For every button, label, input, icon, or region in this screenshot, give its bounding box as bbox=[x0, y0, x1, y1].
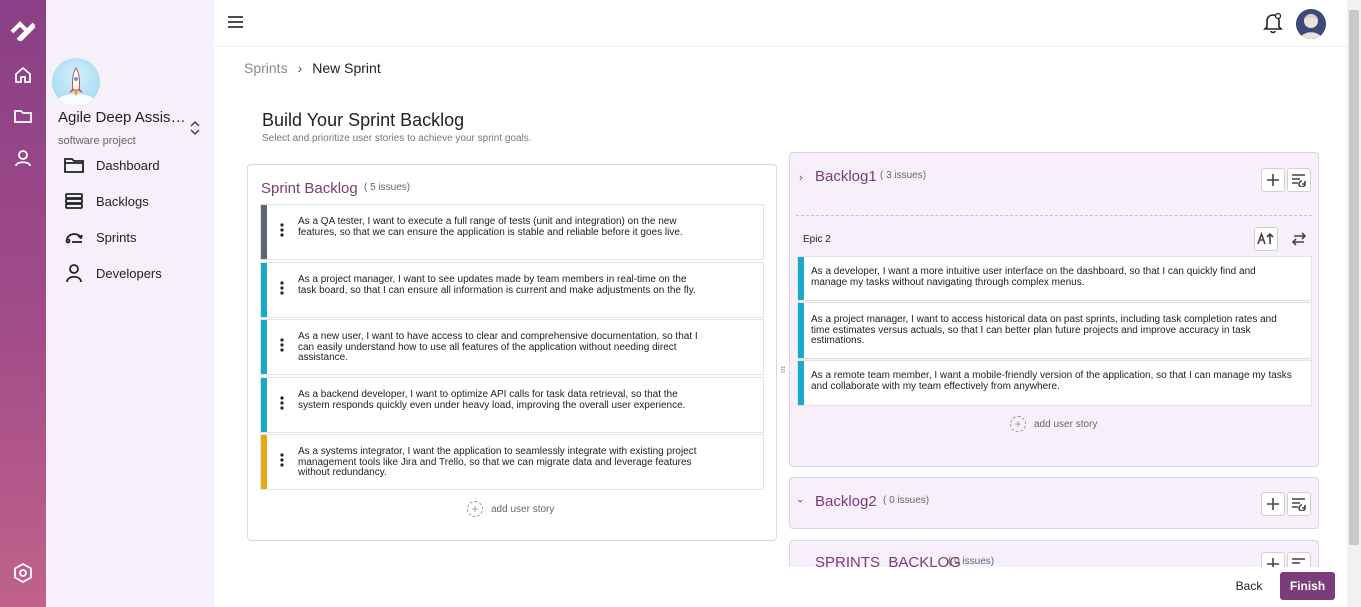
sprints-backlog-count: ( 0 issues) bbox=[948, 556, 995, 567]
sprint-icon bbox=[65, 233, 83, 244]
folder-icon bbox=[64, 158, 84, 173]
sprint-backlog-count: ( 5 issues) bbox=[364, 182, 411, 193]
add-user-story-label: add user story bbox=[1034, 418, 1098, 430]
home-icon[interactable] bbox=[11, 63, 35, 87]
project-type: software project bbox=[58, 135, 136, 147]
sprint-backlog-title: Sprint Backlog bbox=[261, 180, 358, 197]
story-text: As a project manager, I want to see upda… bbox=[298, 274, 696, 296]
plus-icon bbox=[1267, 174, 1279, 186]
project-avatar bbox=[52, 58, 100, 106]
filter-icon bbox=[1292, 498, 1306, 511]
swap-button[interactable] bbox=[1287, 227, 1311, 251]
more-vertical-icon[interactable] bbox=[267, 263, 297, 295]
backlog2-count: ( 0 issues) bbox=[883, 495, 930, 506]
scrollbar-thumb[interactable] bbox=[1349, 10, 1359, 545]
add-user-story-label: add user story bbox=[491, 503, 555, 515]
layers-icon bbox=[65, 193, 83, 209]
backlog1-title[interactable]: Backlog1 bbox=[815, 168, 877, 185]
notification-bell-icon[interactable] bbox=[1263, 12, 1283, 34]
user-avatar[interactable] bbox=[1296, 9, 1326, 39]
sprint-story-card[interactable]: As a QA tester, I want to execute a full… bbox=[260, 204, 764, 260]
nav-label: Backlogs bbox=[96, 193, 149, 209]
add-issue-button[interactable] bbox=[1261, 492, 1285, 516]
page-subtitle: Select and prioritize user stories to ac… bbox=[262, 133, 532, 144]
sprint-story-card[interactable]: As a project manager, I want to see upda… bbox=[260, 262, 764, 318]
page-title: Build Your Sprint Backlog bbox=[262, 110, 465, 130]
backlog-story-card[interactable]: As a project manager, I want to access h… bbox=[797, 302, 1312, 359]
nav-backlogs[interactable]: Backlogs bbox=[64, 189, 149, 213]
sprint-story-card[interactable]: As a new user, I want to have access to … bbox=[260, 319, 764, 375]
menu-icon[interactable] bbox=[228, 15, 244, 29]
project-name: Agile Deep Assist... bbox=[58, 109, 186, 126]
add-circle-icon: + bbox=[1010, 416, 1026, 432]
nav-label: Developers bbox=[96, 265, 162, 281]
nav-developers[interactable]: Developers bbox=[64, 261, 162, 285]
chevron-right-icon: › bbox=[297, 60, 303, 76]
breadcrumb-current: New Sprint bbox=[312, 60, 381, 76]
more-vertical-icon[interactable] bbox=[267, 320, 297, 352]
story-text: As a project manager, I want to access h… bbox=[811, 314, 1277, 346]
backlog2-title[interactable]: Backlog2 bbox=[815, 493, 877, 510]
app-rail bbox=[0, 0, 46, 607]
finish-button[interactable]: Finish bbox=[1280, 572, 1335, 600]
story-text: As a systems integrator, I want the appl… bbox=[298, 446, 697, 478]
epic-label: Epic 2 bbox=[803, 234, 831, 245]
divider bbox=[796, 215, 1312, 216]
top-bar bbox=[214, 0, 1347, 47]
story-text: As a backend developer, I want to optimi… bbox=[298, 389, 686, 411]
nav-dashboard[interactable]: Dashboard bbox=[64, 153, 160, 177]
story-text: As a developer, I want a more intuitive … bbox=[811, 266, 1256, 288]
folder-icon[interactable] bbox=[11, 104, 35, 128]
back-button[interactable]: Back bbox=[1228, 572, 1270, 600]
backlog-story-card[interactable]: As a developer, I want a more intuitive … bbox=[797, 256, 1312, 301]
backlog1-count: ( 3 issues) bbox=[880, 170, 927, 181]
backlog1-add-user-story-button[interactable]: + add user story bbox=[1010, 416, 1097, 432]
nav-label: Dashboard bbox=[96, 157, 160, 173]
sprint-add-user-story-button[interactable]: + add user story bbox=[467, 501, 554, 517]
breadcrumb-sprints[interactable]: Sprints bbox=[244, 60, 288, 76]
resize-handle-icon[interactable]: ⠿ bbox=[780, 366, 786, 376]
nav-label: Sprints bbox=[96, 229, 137, 245]
story-text: As a new user, I want to have access to … bbox=[298, 331, 698, 363]
breadcrumb: Sprints › New Sprint bbox=[244, 60, 381, 76]
sprint-story-card[interactable]: As a systems integrator, I want the appl… bbox=[260, 434, 764, 490]
filter-sort-button[interactable] bbox=[1287, 168, 1311, 192]
chevron-down-icon[interactable]: › bbox=[794, 499, 806, 503]
story-text: As a remote team member, I want a mobile… bbox=[811, 370, 1292, 392]
project-switch-icon[interactable] bbox=[188, 119, 202, 137]
chevron-right-icon[interactable]: › bbox=[799, 172, 803, 184]
backlog-story-card[interactable]: As a remote team member, I want a mobile… bbox=[797, 360, 1312, 406]
add-issue-button[interactable] bbox=[1261, 168, 1285, 192]
user-icon[interactable] bbox=[11, 146, 35, 170]
nav-sprints[interactable]: Sprints bbox=[64, 225, 136, 249]
sprint-story-card[interactable]: As a backend developer, I want to optimi… bbox=[260, 377, 764, 433]
settings-icon[interactable] bbox=[11, 561, 35, 585]
add-circle-icon: + bbox=[467, 501, 483, 517]
more-vertical-icon[interactable] bbox=[267, 435, 297, 467]
sort-alpha-button[interactable] bbox=[1254, 227, 1278, 251]
app-logo-icon[interactable] bbox=[10, 20, 36, 44]
sort-ascending-icon bbox=[1257, 232, 1274, 245]
filter-icon bbox=[1292, 174, 1306, 187]
swap-icon bbox=[1291, 232, 1307, 246]
person-icon bbox=[66, 264, 82, 283]
more-vertical-icon[interactable] bbox=[267, 205, 297, 237]
filter-sort-button[interactable] bbox=[1287, 492, 1311, 516]
plus-icon bbox=[1267, 498, 1279, 510]
more-vertical-icon[interactable] bbox=[267, 378, 297, 410]
story-text: As a QA tester, I want to execute a full… bbox=[298, 216, 683, 238]
